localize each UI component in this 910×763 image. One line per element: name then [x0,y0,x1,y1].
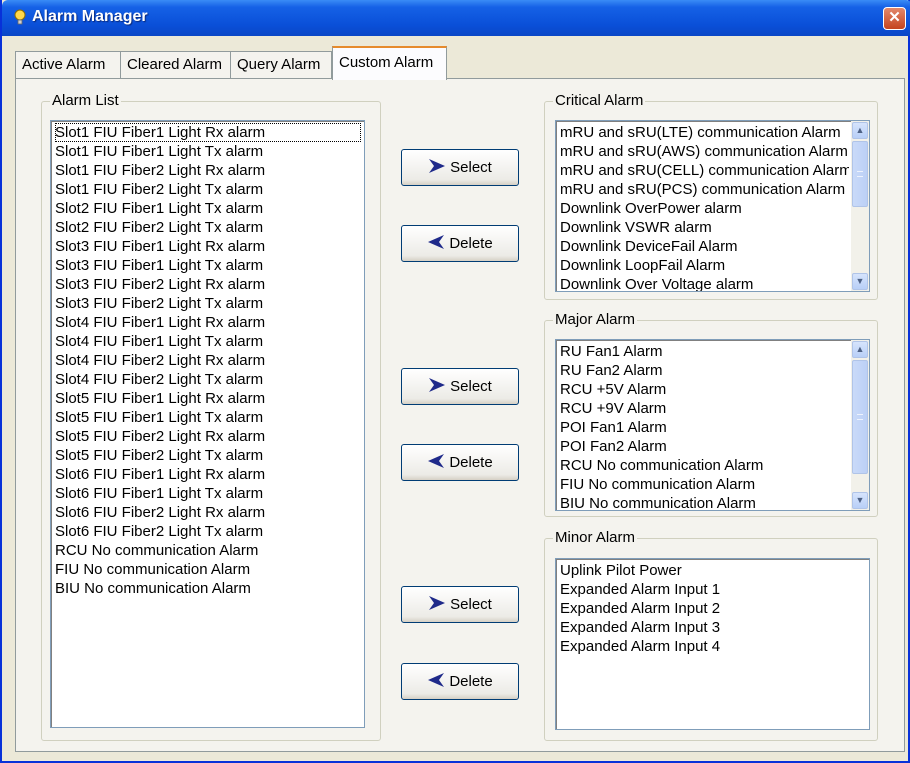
list-item[interactable]: Slot5 FIU Fiber1 Light Rx alarm [55,389,360,408]
minor-alarm-items: Uplink Pilot Power Expanded Alarm Input … [560,561,865,656]
tab-active-alarm[interactable]: Active Alarm [15,51,121,79]
custom-alarm-panel: Alarm List Slot1 FIU Fiber1 Light Rx ala… [15,78,905,752]
select-minor-button[interactable]: Select [401,586,519,623]
list-item[interactable]: Slot2 FIU Fiber2 Light Tx alarm [55,218,360,237]
delete-critical-label: Delete [449,235,493,252]
list-item[interactable]: Slot6 FIU Fiber2 Light Tx alarm [55,522,360,541]
list-item[interactable]: Slot4 FIU Fiber2 Light Tx alarm [55,370,360,389]
list-item[interactable]: Slot3 FIU Fiber1 Light Tx alarm [55,256,360,275]
list-item[interactable]: Expanded Alarm Input 4 [560,637,865,656]
tab-custom-alarm[interactable]: Custom Alarm [332,46,447,80]
list-item[interactable]: BIU No communication Alarm [560,494,849,510]
list-item[interactable]: mRU and sRU(AWS) communication Alarm [560,142,849,161]
delete-minor-label: Delete [449,673,493,690]
scroll-thumb[interactable] [852,360,868,474]
arrow-right-icon [429,596,446,610]
major-alarm-title: Major Alarm [553,311,638,329]
list-item[interactable]: Slot6 FIU Fiber1 Light Rx alarm [55,465,360,484]
list-item[interactable]: Slot5 FIU Fiber2 Light Tx alarm [55,446,360,465]
arrow-right-icon [429,378,446,392]
minor-alarm-title: Minor Alarm [553,529,638,547]
list-item[interactable]: FIU No communication Alarm [55,560,360,579]
list-item[interactable]: RU Fan1 Alarm [560,342,849,361]
close-icon: ✕ [888,9,901,26]
arrow-left-icon [428,454,445,468]
list-item[interactable]: Slot1 FIU Fiber2 Light Rx alarm [55,161,360,180]
delete-minor-button[interactable]: Delete [401,663,519,700]
list-item[interactable]: POI Fan1 Alarm [560,418,849,437]
critical-alarm-items: mRU and sRU(LTE) communication Alarm mRU… [560,123,849,291]
minor-alarm-list[interactable]: Uplink Pilot Power Expanded Alarm Input … [555,558,870,730]
delete-critical-button[interactable]: Delete [401,225,519,262]
list-item[interactable]: Uplink Pilot Power [560,561,865,580]
list-item[interactable]: Slot5 FIU Fiber2 Light Rx alarm [55,427,360,446]
list-item[interactable]: Slot3 FIU Fiber2 Light Rx alarm [55,275,360,294]
list-item[interactable]: Slot6 FIU Fiber2 Light Rx alarm [55,503,360,522]
delete-major-button[interactable]: Delete [401,444,519,481]
list-item[interactable]: Expanded Alarm Input 3 [560,618,865,637]
major-alarm-items: RU Fan1 Alarm RU Fan2 Alarm RCU +5V Alar… [560,342,849,510]
critical-alarm-title: Critical Alarm [553,92,646,110]
alarm-list-title: Alarm List [50,92,121,110]
list-item[interactable]: Slot1 FIU Fiber2 Light Tx alarm [55,180,360,199]
lightbulb-icon [12,9,28,27]
list-item[interactable]: Slot2 FIU Fiber1 Light Tx alarm [55,199,360,218]
tab-cleared-alarm[interactable]: Cleared Alarm [120,51,231,79]
list-item[interactable]: RU Fan2 Alarm [560,361,849,380]
select-major-button[interactable]: Select [401,368,519,405]
list-item[interactable]: mRU and sRU(CELL) communication Alarm [560,161,849,180]
list-item[interactable]: BIU No communication Alarm [55,579,360,598]
list-item[interactable]: Downlink OverPower alarm [560,199,849,218]
list-item[interactable]: Slot1 FIU Fiber1 Light Rx alarm [55,123,361,142]
list-item[interactable]: Slot1 FIU Fiber1 Light Tx alarm [55,142,360,161]
list-item[interactable]: Slot3 FIU Fiber2 Light Tx alarm [55,294,360,313]
title-bar[interactable]: Alarm Manager ✕ [2,0,910,36]
list-item[interactable]: Downlink DeviceFail Alarm [560,237,849,256]
critical-scrollbar[interactable]: ▲ ▼ [851,121,869,291]
alarm-manager-window: Alarm Manager ✕ Active Alarm Cleared Ala… [0,0,910,763]
select-critical-button[interactable]: Select [401,149,519,186]
scroll-down-arrow-icon[interactable]: ▼ [852,492,868,509]
list-item[interactable]: Slot4 FIU Fiber1 Light Tx alarm [55,332,360,351]
scroll-down-arrow-icon[interactable]: ▼ [852,273,868,290]
list-item[interactable]: RCU +5V Alarm [560,380,849,399]
list-item[interactable]: Downlink Over Voltage alarm [560,275,849,291]
list-item[interactable]: Slot4 FIU Fiber1 Light Rx alarm [55,313,360,332]
scroll-up-arrow-icon[interactable]: ▲ [852,122,868,139]
list-item[interactable]: Slot6 FIU Fiber1 Light Tx alarm [55,484,360,503]
list-item[interactable]: Expanded Alarm Input 1 [560,580,865,599]
list-item[interactable]: RCU No communication Alarm [560,456,849,475]
major-scrollbar[interactable]: ▲ ▼ [851,340,869,510]
list-item[interactable]: Expanded Alarm Input 2 [560,599,865,618]
list-item[interactable]: Slot5 FIU Fiber1 Light Tx alarm [55,408,360,427]
list-item[interactable]: RCU +9V Alarm [560,399,849,418]
close-button[interactable]: ✕ [883,7,906,30]
delete-major-label: Delete [449,454,493,471]
scroll-up-arrow-icon[interactable]: ▲ [852,341,868,358]
list-item[interactable]: RCU No communication Alarm [55,541,360,560]
tab-query-alarm[interactable]: Query Alarm [230,51,332,79]
arrow-left-icon [428,673,445,687]
alarm-list-box[interactable]: Slot1 FIU Fiber1 Light Rx alarm Slot1 FI… [50,120,365,728]
select-minor-label: Select [450,596,492,613]
list-item[interactable]: mRU and sRU(LTE) communication Alarm [560,123,849,142]
select-major-label: Select [450,378,492,395]
list-item[interactable]: Slot4 FIU Fiber2 Light Rx alarm [55,351,360,370]
list-item[interactable]: mRU and sRU(PCS) communication Alarm [560,180,849,199]
major-alarm-list[interactable]: RU Fan1 Alarm RU Fan2 Alarm RCU +5V Alar… [555,339,870,511]
critical-alarm-list[interactable]: mRU and sRU(LTE) communication Alarm mRU… [555,120,870,292]
scroll-thumb[interactable] [852,141,868,207]
arrow-right-icon [429,159,446,173]
alarm-list-items: Slot1 FIU Fiber1 Light Rx alarm Slot1 FI… [55,123,361,598]
list-item[interactable]: Downlink LoopFail Alarm [560,256,849,275]
select-critical-label: Select [450,159,492,176]
list-item[interactable]: Downlink VSWR alarm [560,218,849,237]
list-item[interactable]: Slot3 FIU Fiber1 Light Rx alarm [55,237,360,256]
list-item[interactable]: POI Fan2 Alarm [560,437,849,456]
list-item[interactable]: FIU No communication Alarm [560,475,849,494]
window-title: Alarm Manager [32,8,148,25]
arrow-left-icon [428,235,445,249]
